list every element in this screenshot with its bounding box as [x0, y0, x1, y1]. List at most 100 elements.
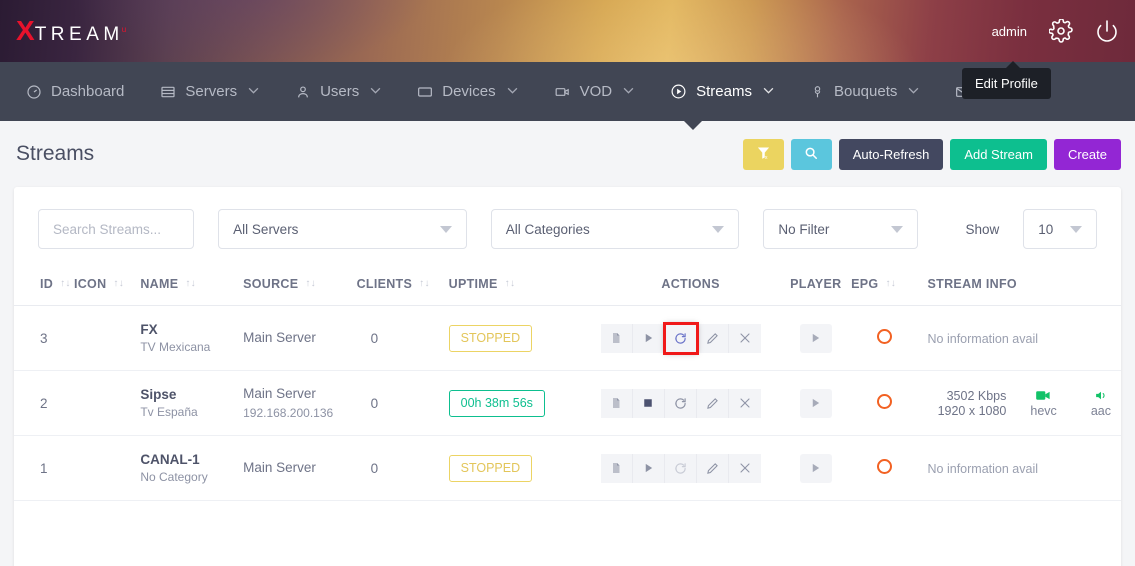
column-header-uptime[interactable]: UPTIME ↑↓: [449, 267, 601, 306]
restart-icon[interactable]: [665, 454, 697, 483]
source-name: Main Server: [243, 458, 356, 478]
sort-icon[interactable]: ↑↓: [185, 279, 196, 289]
column-header-epg[interactable]: EPG ↑↓: [851, 267, 917, 306]
sort-icon[interactable]: ↑↓: [113, 279, 124, 289]
nav-label: Users: [320, 83, 359, 100]
logo-superscript: u: [122, 25, 126, 34]
column-header-name[interactable]: NAME ↑↓: [140, 267, 243, 306]
column-label: EPG: [851, 277, 878, 291]
cell-actions: [601, 371, 781, 436]
nav-label: Dashboard: [51, 83, 124, 100]
sort-icon[interactable]: ↑↓: [305, 279, 316, 289]
chevron-down-icon: [712, 226, 724, 233]
search-input[interactable]: [53, 222, 179, 237]
stop-icon[interactable]: [633, 389, 665, 418]
nav-item-users[interactable]: Users: [277, 62, 399, 121]
restart-icon[interactable]: [665, 324, 697, 353]
clear-filter-button[interactable]: x: [743, 139, 784, 170]
stream-name: CANAL-1: [140, 450, 243, 470]
table-header: ID ↑↓ ICON ↑↓ NAME ↑↓ SOURCE ↑↓: [14, 267, 1121, 306]
table-row[interactable]: 2 Sipse Tv España Main Server 192.168.20…: [14, 371, 1121, 436]
category-filter-select[interactable]: All Categories: [491, 209, 740, 249]
file-icon[interactable]: [601, 324, 633, 353]
action-button-group: [601, 324, 761, 353]
file-icon[interactable]: [601, 389, 633, 418]
nav-item-devices[interactable]: Devices: [399, 62, 535, 121]
nav-label: Servers: [185, 83, 237, 100]
play-icon[interactable]: [633, 324, 665, 353]
sort-icon[interactable]: ↑↓: [885, 279, 896, 289]
page-title: Streams: [14, 142, 94, 166]
nav-item-bouquets[interactable]: Bouquets: [792, 62, 937, 121]
cell-player: [781, 306, 852, 371]
sort-icon[interactable]: ↑↓: [419, 279, 430, 289]
brand-bar: XTREAMu admin: [0, 0, 1135, 62]
cell-epg: [851, 306, 917, 371]
column-label: ICON: [74, 277, 106, 291]
video-codec-label: hevc: [1030, 404, 1056, 418]
chevron-down-icon: [440, 226, 452, 233]
cell-icon: [74, 436, 140, 501]
logo-wordmark: TREAM: [35, 25, 124, 44]
epg-circle-icon[interactable]: [877, 459, 892, 474]
status-filter-select[interactable]: No Filter: [763, 209, 917, 249]
brand-right-controls: admin: [992, 19, 1119, 43]
nav-item-vod[interactable]: VOD: [536, 62, 653, 121]
column-header-id[interactable]: ID ↑↓: [14, 267, 74, 306]
play-icon[interactable]: [633, 454, 665, 483]
chevron-down-icon: [370, 86, 381, 97]
stream-name: FX: [140, 320, 243, 340]
nav-item-streams[interactable]: Streams: [652, 62, 792, 121]
nav-item-dashboard[interactable]: Dashboard: [8, 62, 142, 121]
table-row[interactable]: 3 FX TV Mexicana Main Server 0 STOPPED: [14, 306, 1121, 371]
stream-category: No Category: [140, 469, 243, 486]
server-filter-value: All Servers: [233, 222, 298, 237]
epg-circle-icon[interactable]: [877, 329, 892, 344]
player-play-icon[interactable]: [800, 324, 832, 353]
create-button[interactable]: Create: [1054, 139, 1121, 170]
stream-name: Sipse: [140, 385, 243, 405]
source-name: Main Server: [243, 328, 356, 348]
cell-name: Sipse Tv España: [140, 371, 243, 436]
delete-icon[interactable]: [729, 454, 761, 483]
xtream-logo[interactable]: XTREAMu: [16, 17, 128, 45]
category-filter-value: All Categories: [506, 222, 590, 237]
auto-refresh-button[interactable]: Auto-Refresh: [839, 139, 944, 170]
column-label: STREAM INFO: [928, 277, 1017, 291]
cell-icon: [74, 306, 140, 371]
player-play-icon[interactable]: [800, 454, 832, 483]
cell-player: [781, 436, 852, 501]
sort-icon[interactable]: ↑↓: [60, 279, 71, 289]
gear-icon[interactable]: [1049, 19, 1073, 43]
column-header-icon[interactable]: ICON ↑↓: [74, 267, 140, 306]
column-header-source[interactable]: SOURCE ↑↓: [243, 267, 356, 306]
search-icon: [804, 146, 818, 163]
table-row[interactable]: 1 CANAL-1 No Category Main Server 0 STOP…: [14, 436, 1121, 501]
epg-circle-icon[interactable]: [877, 394, 892, 409]
search-streams-field[interactable]: [38, 209, 194, 249]
cell-stream-info: No information avail: [918, 436, 1121, 501]
server-filter-select[interactable]: All Servers: [218, 209, 467, 249]
stream-info-detail: 3502 Kbps 1920 x 1080 hevc aac: [918, 389, 1121, 418]
page-size-select[interactable]: 10: [1023, 209, 1097, 249]
delete-icon[interactable]: [729, 389, 761, 418]
edit-icon[interactable]: [697, 389, 729, 418]
admin-username[interactable]: admin: [992, 24, 1027, 39]
page-size-value: 10: [1038, 222, 1053, 237]
column-label: ACTIONS: [661, 277, 719, 291]
nav-item-servers[interactable]: Servers: [142, 62, 277, 121]
search-button[interactable]: [791, 139, 832, 170]
edit-icon[interactable]: [697, 454, 729, 483]
edit-icon[interactable]: [697, 324, 729, 353]
column-header-clients[interactable]: CLIENTS ↑↓: [357, 267, 449, 306]
player-play-icon[interactable]: [800, 389, 832, 418]
show-label: Show: [966, 222, 1000, 237]
file-icon[interactable]: [601, 454, 633, 483]
delete-icon[interactable]: [729, 324, 761, 353]
power-icon[interactable]: [1095, 19, 1119, 43]
stream-bitrate: 3502 Kbps: [947, 389, 1007, 403]
sort-icon[interactable]: ↑↓: [505, 279, 516, 289]
add-stream-button[interactable]: Add Stream: [950, 139, 1047, 170]
stream-info-text: No information avail: [928, 462, 1038, 476]
restart-icon[interactable]: [665, 389, 697, 418]
